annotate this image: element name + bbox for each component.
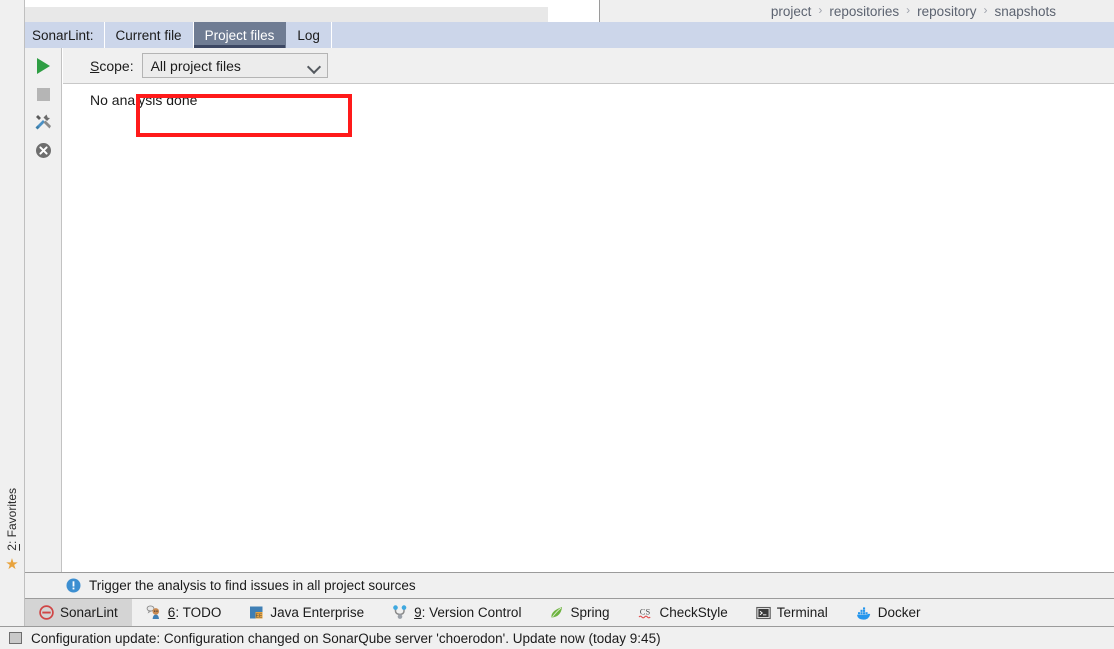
bottom-tab-checkstyle[interactable]: CS CheckStyle [623,599,741,626]
spring-leaf-icon [551,607,563,618]
scope-mnemonic: S [90,57,100,74]
svg-text:CS: CS [640,607,651,617]
tool-window-bottom-bar: SonarLint 6: TODO EE Java Enterprise 9: … [25,598,1114,626]
analysis-status-text: No analysis done [90,92,198,108]
version-control-icon [393,605,407,619]
bottom-tab-todo-label: 6: TODO [168,605,222,620]
tab-log[interactable]: Log [286,22,332,48]
breadcrumb-separator-icon: › [906,3,911,17]
editor-gutter-band [25,7,548,22]
hint-text: Trigger the analysis to find issues in a… [89,578,416,593]
monitor-icon [9,632,22,644]
favorites-stripe-label: 2: Favorites [5,488,19,551]
favorites-mnemonic: 2 [5,544,19,551]
bottom-tab-terminal[interactable]: Terminal [742,599,842,626]
stop-icon [36,87,50,101]
configure-button[interactable] [29,108,57,136]
left-tool-strip: 2: Favorites ★ [0,0,25,626]
checkstyle-icon: CS [639,607,652,619]
sonarlint-icon [39,605,54,620]
svg-text:EE: EE [256,613,263,619]
bottom-tab-docker[interactable]: Docker [842,599,935,626]
cancel-circle-icon [35,142,51,158]
status-bar-message[interactable]: Configuration update: Configuration chan… [31,631,661,646]
bottom-tab-spring-label: Spring [570,605,610,620]
favorites-stripe-button[interactable]: 2: Favorites ★ [0,488,24,598]
version-control-mnemonic: 9 [414,605,422,620]
bottom-tab-checkstyle-label: CheckStyle [659,605,728,620]
tool-window-content: Scope: All project files No analysis don… [25,48,1114,572]
scope-label-text: cope: [99,57,134,74]
play-icon [36,58,50,74]
analysis-toolbar [25,48,62,572]
results-panel [63,85,1114,572]
todo-icon [146,605,159,619]
docker-icon [856,606,870,620]
bottom-tab-todo[interactable]: 6: TODO [132,599,236,626]
star-icon: ★ [5,555,19,573]
scope-label: Scope: [90,58,134,74]
info-icon [66,578,81,593]
version-control-label-text: : Version Control [421,605,522,620]
breadcrumb-item-repositories[interactable]: repositories [829,4,899,19]
bottom-tab-sonarlint-label: SonarLint [60,605,118,620]
todo-label-text: : TODO [175,605,222,620]
tools-icon [35,114,51,130]
scope-select-value: All project files [150,57,241,74]
bottom-tab-docker-label: Docker [877,605,921,620]
breadcrumb[interactable]: project › repositories › repository › sn… [600,0,1114,22]
bottom-tab-version-control-label: 9: Version Control [414,605,521,620]
favorites-label-text: : Favorites [5,488,19,545]
bottom-tab-java-enterprise-label: Java Enterprise [270,605,365,620]
terminal-icon [756,606,771,619]
tool-window-tab-bar: SonarLint: Current file Project files Lo… [25,22,1114,48]
tab-project-files[interactable]: Project files [193,22,287,48]
bottom-tab-java-enterprise[interactable]: EE Java Enterprise [235,599,378,626]
run-analysis-button[interactable] [29,52,57,80]
bottom-tab-terminal-label: Terminal [776,605,828,620]
tab-current-file[interactable]: Current file [104,22,194,48]
chevron-down-icon [308,62,321,70]
scope-select[interactable]: All project files [141,53,328,78]
breadcrumb-item-project[interactable]: project [771,4,812,19]
ide-window: 2: Favorites ★ project › repositories › … [0,0,1114,649]
hint-bar: Trigger the analysis to find issues in a… [25,572,1114,598]
clear-button[interactable] [29,136,57,164]
bottom-tab-version-control[interactable]: 9: Version Control [378,599,535,626]
bottom-tab-spring[interactable]: Spring [535,599,623,626]
status-bar: Configuration update: Configuration chan… [0,626,1114,649]
java-enterprise-icon: EE [250,606,263,619]
bottom-tab-sonarlint[interactable]: SonarLint [25,599,132,626]
breadcrumb-item-snapshots[interactable]: snapshots [994,4,1056,19]
tool-window-title: SonarLint: [25,22,105,48]
stop-analysis-button[interactable] [29,80,57,108]
scope-row: Scope: All project files [63,48,1114,84]
breadcrumb-item-repository[interactable]: repository [917,4,976,19]
breadcrumb-separator-icon: › [818,3,823,17]
breadcrumb-separator-icon: › [983,3,988,17]
